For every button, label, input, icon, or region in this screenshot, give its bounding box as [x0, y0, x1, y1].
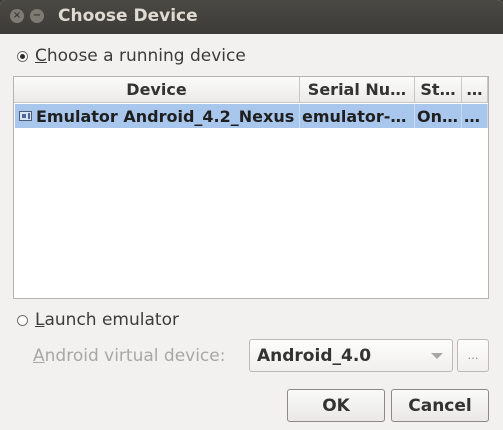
table-row[interactable]: Emulator Android_4.2_Nexus emulator-… On…	[15, 104, 488, 128]
launch-emulator-option[interactable]: Launch emulator	[17, 310, 179, 330]
avd-select[interactable]: Android_4.0	[249, 339, 453, 372]
choose-device-dialog: × − Choose Device Choose a running devic…	[0, 0, 503, 430]
choose-running-device-option[interactable]: Choose a running device	[17, 46, 246, 66]
state-cell: On…	[415, 104, 462, 128]
emulator-device-icon	[19, 111, 32, 121]
launch-emulator-label: Launch emulator	[35, 310, 179, 330]
close-icon: ×	[12, 10, 22, 21]
column-header-device[interactable]: Device	[14, 77, 300, 103]
avd-browse-button[interactable]: …	[457, 339, 489, 372]
running-device-radio[interactable]	[17, 50, 28, 62]
device-cell: Emulator Android_4.2_Nexus	[15, 104, 300, 128]
running-device-label: Choose a running device	[35, 46, 246, 66]
ok-button[interactable]: OK	[287, 389, 385, 422]
close-window-button[interactable]: ×	[10, 9, 24, 23]
column-header-serial[interactable]: Serial Nu…	[300, 77, 415, 103]
window-title: Choose Device	[58, 6, 198, 26]
chevron-down-icon	[431, 353, 443, 359]
device-table-header: Device Serial Nu… St… …	[14, 77, 488, 103]
device-table: Device Serial Nu… St… … Emulator Android…	[13, 76, 489, 299]
ellipsis-icon: …	[467, 349, 479, 362]
avd-label: Android virtual device:	[33, 346, 226, 366]
serial-cell: emulator-…	[300, 104, 415, 128]
column-header-state[interactable]: St…	[415, 77, 462, 103]
column-header-extra[interactable]: …	[462, 77, 488, 103]
avd-selected-value: Android_4.0	[257, 345, 372, 366]
launch-emulator-radio[interactable]	[17, 314, 28, 326]
cancel-button[interactable]: Cancel	[391, 389, 489, 422]
minimize-window-button[interactable]: −	[30, 9, 44, 23]
minimize-icon: −	[32, 10, 42, 21]
title-bar: × − Choose Device	[0, 0, 503, 34]
device-name: Emulator Android_4.2_Nexus	[36, 106, 295, 126]
extra-cell: …	[462, 104, 488, 128]
